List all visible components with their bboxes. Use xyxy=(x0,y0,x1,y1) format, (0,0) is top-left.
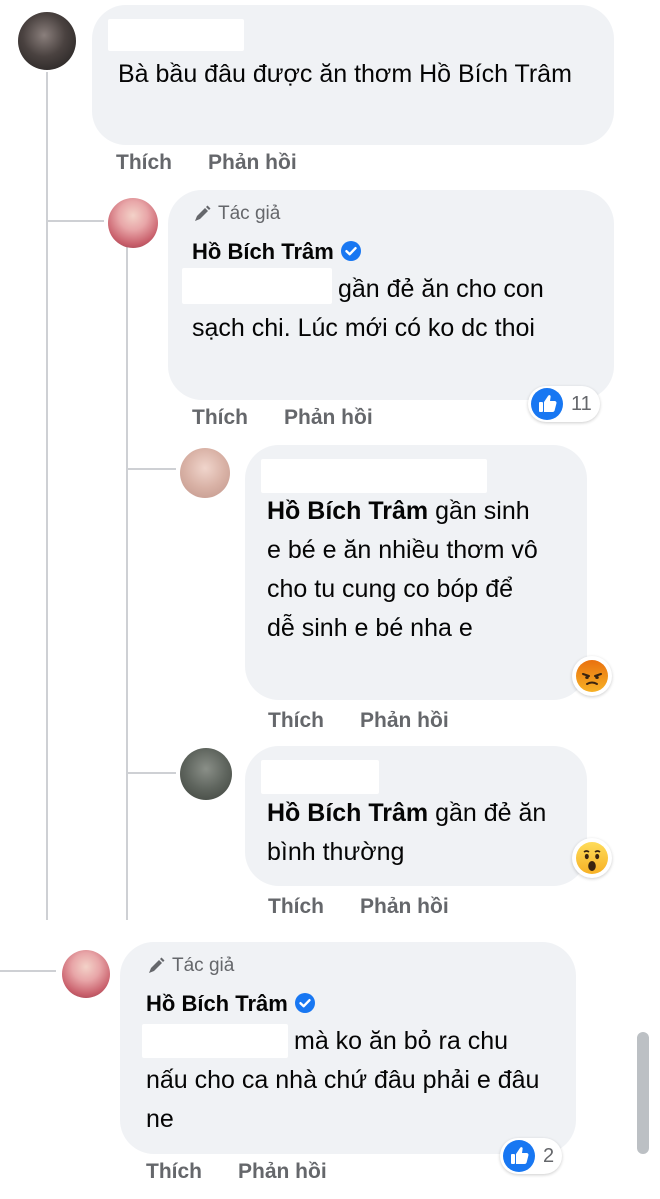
thread-line xyxy=(46,72,48,920)
reply-button[interactable]: Phản hồi xyxy=(238,1160,327,1184)
avatar[interactable] xyxy=(18,12,76,70)
commenter-name-redacted xyxy=(108,19,244,51)
comment-bubble: Bà bầu đâu được ăn thơm Hồ Bích Trâm xyxy=(92,5,614,145)
author-name[interactable]: Hồ Bích Trâm xyxy=(192,238,362,266)
thread-connector xyxy=(48,220,104,222)
author-name[interactable]: Hồ Bích Trâm xyxy=(146,990,316,1018)
mention-link[interactable]: Hồ Bích Trâm xyxy=(267,799,428,827)
author-tag-label: Tác giả xyxy=(172,955,235,976)
reply-button[interactable]: Phản hồi xyxy=(360,895,449,919)
like-button[interactable]: Thích xyxy=(268,709,324,733)
comment-bubble: Hồ Bích Trâm gần sinh e bé e ăn nhiều th… xyxy=(245,445,587,700)
verified-icon xyxy=(340,241,361,262)
comment-bubble: Tác giả Hồ Bích Trâm mà ko ăn bỏ ra chu … xyxy=(120,942,576,1154)
angry-icon xyxy=(576,660,608,692)
author-name-text[interactable]: Hồ Bích Trâm xyxy=(192,239,334,264)
mention-link[interactable]: Hồ Bích Trâm xyxy=(267,497,428,525)
like-button[interactable]: Thích xyxy=(268,895,324,919)
comment-text: mà ko ăn bỏ ra chu nấu cho ca nhà chứ đâ… xyxy=(146,1027,540,1133)
thread-line xyxy=(126,246,128,920)
thread-connector xyxy=(0,970,56,972)
comment-text: Hồ Bích Trâm gần đẻ ăn bình thường xyxy=(267,794,557,872)
like-button[interactable]: Thích xyxy=(116,151,172,175)
author-tag: Tác giả xyxy=(192,203,280,225)
reaction-count-value: 2 xyxy=(543,1144,555,1167)
comment-text: Bà bầu đâu được ăn thơm Hồ Bích Trâm xyxy=(118,60,572,88)
commenter-name-redacted xyxy=(261,459,487,493)
like-button[interactable]: Thích xyxy=(192,406,248,430)
reaction-count[interactable]: 2 xyxy=(500,1138,563,1174)
verified-icon xyxy=(294,993,315,1014)
author-avatar[interactable] xyxy=(108,198,158,248)
avatar[interactable] xyxy=(180,448,230,498)
pencil-icon xyxy=(149,957,165,973)
comment-bubble: Hồ Bích Trâm gần đẻ ăn bình thường xyxy=(245,746,587,886)
pencil-icon xyxy=(195,205,211,221)
reaction-count-value: 11 xyxy=(571,392,592,415)
scrollbar-thumb[interactable] xyxy=(637,1032,649,1154)
author-avatar[interactable] xyxy=(62,950,110,998)
author-tag-label: Tác giả xyxy=(218,203,281,224)
commenter-name-redacted xyxy=(261,760,379,794)
like-icon xyxy=(503,1140,535,1172)
author-tag: Tác giả xyxy=(146,955,234,977)
comment-text: Hồ Bích Trâm gần sinh e bé e ăn nhiều th… xyxy=(267,492,547,648)
reaction[interactable] xyxy=(572,838,612,878)
comment-bubble: Tác giả Hồ Bích Trâm gần đẻ ăn cho con s… xyxy=(168,190,614,400)
reply-button[interactable]: Phản hồi xyxy=(284,406,373,430)
like-button[interactable]: Thích xyxy=(146,1160,202,1184)
avatar[interactable] xyxy=(180,748,232,800)
like-icon xyxy=(531,388,563,420)
reaction[interactable] xyxy=(572,656,612,696)
wow-icon xyxy=(576,842,608,874)
thread-connector xyxy=(128,772,176,774)
reply-button[interactable]: Phản hồi xyxy=(360,709,449,733)
thread-connector xyxy=(128,468,176,470)
reaction-count[interactable]: 11 xyxy=(528,386,600,422)
author-name-text[interactable]: Hồ Bích Trâm xyxy=(146,991,288,1016)
reply-button[interactable]: Phản hồi xyxy=(208,151,297,175)
comment-text: gần đẻ ăn cho con sạch chi. Lúc mới có k… xyxy=(192,275,544,342)
